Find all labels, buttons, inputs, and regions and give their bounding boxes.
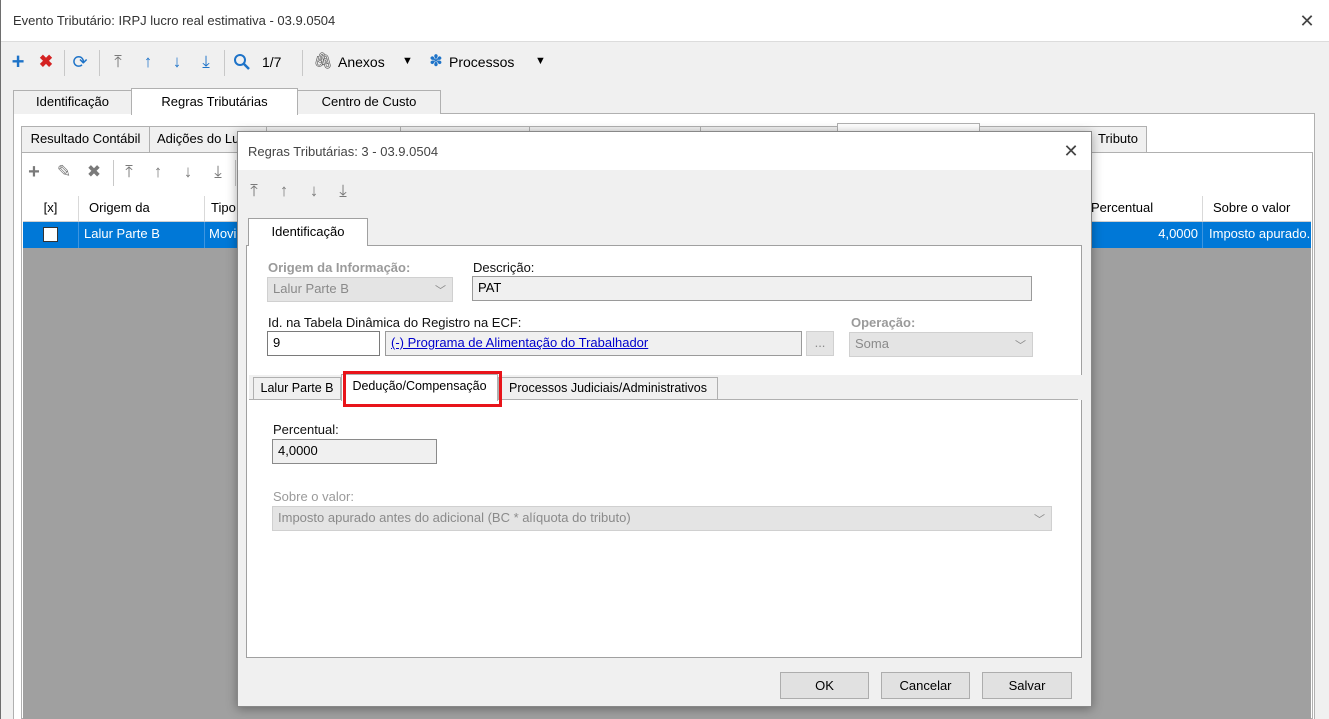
dialog-tab-identificacao[interactable]: Identificação: [248, 218, 368, 246]
idtab-description: (-) Programa de Alimentação do Trabalhad…: [385, 331, 802, 356]
header-sobre[interactable]: Sobre o valor: [1203, 196, 1311, 221]
gear-icon[interactable]: ✽: [426, 48, 446, 76]
lookup-button[interactable]: ...: [806, 331, 834, 356]
anexos-menu[interactable]: Anexos: [338, 54, 385, 70]
row-origem: Lalur Parte B: [79, 222, 205, 248]
chevron-down-icon[interactable]: ▼: [402, 55, 413, 67]
refresh-icon[interactable]: ⟳: [69, 48, 91, 76]
outer-title-bar: Evento Tributário: IRPJ lucro real estim…: [1, 0, 1329, 42]
close-icon[interactable]: ✕: [1297, 11, 1317, 31]
inner-tab-processos[interactable]: Processos Judiciais/Administrativos: [498, 377, 718, 400]
toolbar-separator: [302, 50, 303, 76]
subtab-resultado-contabil[interactable]: Resultado Contábil: [21, 126, 150, 152]
chevron-down-icon: ﹀: [1034, 514, 1045, 526]
header-check[interactable]: [x]: [23, 196, 79, 221]
up-icon[interactable]: ↑: [137, 48, 159, 76]
tab-regras-tributarias[interactable]: Regras Tributárias: [131, 88, 298, 115]
toolbar-separator: [99, 50, 100, 76]
origem-label: Origem da Informação:: [268, 260, 411, 275]
row-checkbox-cell: [23, 222, 79, 248]
first-icon[interactable]: ⤒: [244, 177, 264, 205]
chevron-down-icon[interactable]: ▼: [535, 55, 546, 67]
down-icon[interactable]: ↓: [304, 177, 324, 205]
chevron-down-icon: ﹀: [1015, 340, 1026, 352]
close-icon[interactable]: ✕: [1060, 140, 1082, 162]
percentual-label: Percentual:: [273, 422, 339, 437]
toolbar-separator: [235, 160, 236, 186]
down-icon[interactable]: ↓: [177, 158, 199, 186]
sobre-value: Imposto apurado antes do adicional (BC *…: [278, 510, 631, 525]
origem-select: Lalur Parte B ﹀: [267, 277, 453, 302]
highlight-box: [343, 371, 502, 407]
last-icon[interactable]: ⤓: [195, 48, 217, 76]
edit-icon[interactable]: ✎: [53, 158, 75, 186]
dialog-title: Regras Tributárias: 3 - 03.9.0504: [248, 144, 439, 159]
plus-icon[interactable]: +: [7, 48, 29, 76]
delete-icon[interactable]: ✖: [35, 48, 57, 76]
percentual-field[interactable]: 4,0000: [272, 439, 437, 464]
main-toolbar: + ✖ ⟳ ⤒ ↑ ↓ ⤓ 1/7 🖇 Anexos ▼ ✽ Processos…: [1, 48, 1329, 78]
first-icon[interactable]: ⤒: [118, 158, 140, 186]
last-icon[interactable]: ⤓: [333, 177, 353, 205]
chevron-down-icon: ﹀: [435, 285, 446, 297]
record-position: 1/7: [262, 54, 282, 70]
outer-window-title: Evento Tributário: IRPJ lucro real estim…: [13, 13, 336, 28]
delete-icon[interactable]: ✖: [83, 158, 105, 186]
toolbar-separator: [113, 160, 114, 186]
first-icon[interactable]: ⤒: [107, 48, 129, 76]
operacao-value: Soma: [855, 336, 889, 351]
row-percentual: 4,0000: [1085, 222, 1203, 248]
dialog-toolbar: ⤒ ↑ ↓ ⤓: [244, 177, 364, 207]
toolbar-separator: [224, 50, 225, 76]
regras-dialog: Regras Tributárias: 3 - 03.9.0504 ✕ ⤒ ↑ …: [237, 131, 1092, 707]
down-icon[interactable]: ↓: [166, 48, 188, 76]
sobre-select: Imposto apurado antes do adicional (BC *…: [272, 506, 1052, 531]
operacao-label: Operação:: [851, 315, 916, 330]
descricao-field[interactable]: PAT: [472, 276, 1032, 301]
header-percentual[interactable]: Percentual: [1085, 196, 1203, 221]
toolbar-separator: [64, 50, 65, 76]
paperclip-icon[interactable]: 🖇: [313, 48, 333, 76]
operacao-select: Soma ﹀: [849, 332, 1033, 357]
tab-identificacao[interactable]: Identificação: [13, 90, 132, 114]
idtab-label: Id. na Tabela Dinâmica do Registro na EC…: [268, 315, 522, 330]
grid-toolbar: + ✎ ✖ ⤒ ↑ ↓ ⤓: [23, 158, 253, 188]
up-icon[interactable]: ↑: [274, 177, 294, 205]
plus-icon[interactable]: +: [23, 158, 45, 186]
descricao-label: Descrição:: [473, 260, 535, 275]
processos-menu[interactable]: Processos: [449, 54, 514, 70]
inner-tab-lalur[interactable]: Lalur Parte B: [253, 377, 341, 400]
tab-centro-de-custo[interactable]: Centro de Custo: [297, 90, 441, 114]
up-icon[interactable]: ↑: [147, 158, 169, 186]
header-origem[interactable]: Origem da: [79, 196, 205, 221]
save-button[interactable]: Salvar: [982, 672, 1072, 699]
cancel-button[interactable]: Cancelar: [881, 672, 970, 699]
row-checkbox[interactable]: [43, 227, 58, 242]
idtab-field[interactable]: 9: [267, 331, 380, 356]
ok-button[interactable]: OK: [780, 672, 869, 699]
idtab-link[interactable]: (-) Programa de Alimentação do Trabalhad…: [391, 335, 648, 350]
row-sobre: Imposto apurado.: [1209, 226, 1311, 241]
dialog-title-bar: Regras Tributárias: 3 - 03.9.0504 ✕: [238, 132, 1091, 170]
search-icon[interactable]: [231, 48, 253, 76]
origem-value: Lalur Parte B: [273, 281, 349, 296]
last-icon[interactable]: ⤓: [207, 158, 229, 186]
sobre-label: Sobre o valor:: [273, 489, 354, 504]
